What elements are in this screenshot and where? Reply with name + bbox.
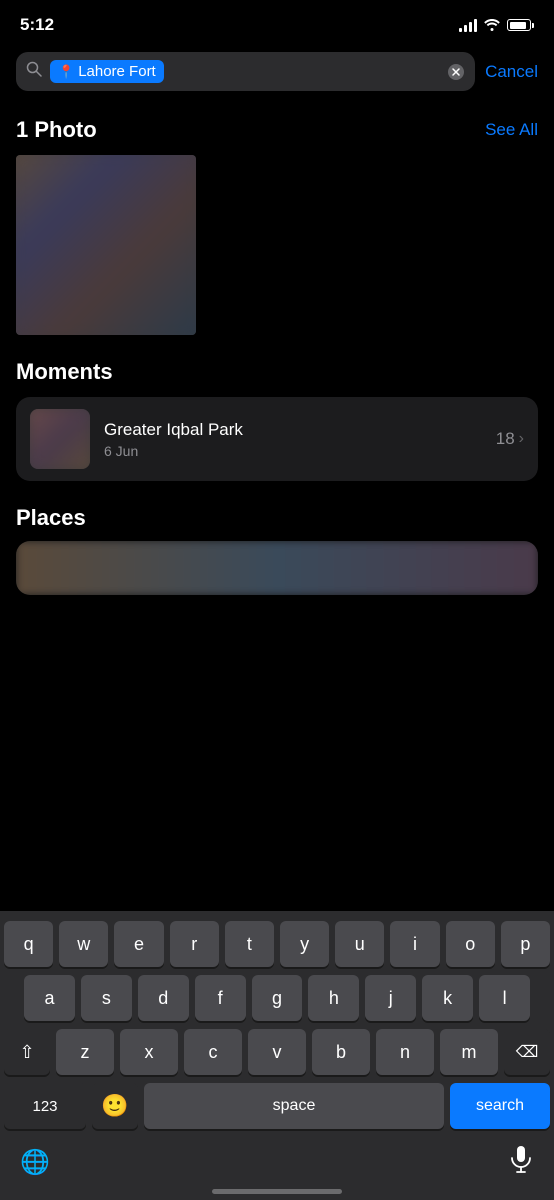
chevron-right-icon: ›: [519, 430, 524, 448]
search-tag: 📍 Lahore Fort: [50, 60, 164, 83]
clear-search-button[interactable]: [447, 63, 465, 81]
keyboard: q w e r t y u i o p a s d f g h j k l ⇧ …: [0, 911, 554, 1200]
key-o[interactable]: o: [446, 921, 495, 967]
key-w[interactable]: w: [59, 921, 108, 967]
key-f[interactable]: f: [195, 975, 246, 1021]
photos-title: 1 Photo: [16, 117, 97, 143]
key-h[interactable]: h: [308, 975, 359, 1021]
moments-title: Moments: [16, 359, 538, 385]
status-icons: [459, 17, 534, 34]
search-bar: 📍 Lahore Fort Cancel: [0, 44, 554, 99]
see-all-button[interactable]: See All: [485, 120, 538, 140]
moment-count: 18: [496, 429, 515, 449]
moment-card[interactable]: Greater Iqbal Park 6 Jun 18 ›: [16, 397, 538, 481]
wifi-icon: [483, 17, 501, 34]
keyboard-row-2: a s d f g h j k l: [0, 975, 554, 1021]
search-key[interactable]: search: [450, 1083, 550, 1129]
key-y[interactable]: y: [280, 921, 329, 967]
microphone-icon[interactable]: [508, 1145, 534, 1180]
key-t[interactable]: t: [225, 921, 274, 967]
photo-image: [16, 155, 196, 335]
key-e[interactable]: e: [114, 921, 163, 967]
keyboard-row-3: ⇧ z x c v b n m ⌫: [0, 1029, 554, 1075]
globe-icon[interactable]: 🌐: [20, 1148, 50, 1177]
key-123[interactable]: 123: [4, 1083, 86, 1129]
moment-image: [30, 409, 90, 469]
key-j[interactable]: j: [365, 975, 416, 1021]
emoji-key[interactable]: 🙂: [92, 1083, 138, 1129]
key-i[interactable]: i: [390, 921, 439, 967]
key-c[interactable]: c: [184, 1029, 242, 1075]
key-d[interactable]: d: [138, 975, 189, 1021]
key-m[interactable]: m: [440, 1029, 498, 1075]
key-u[interactable]: u: [335, 921, 384, 967]
moment-date: 6 Jun: [104, 443, 482, 459]
key-l[interactable]: l: [479, 975, 530, 1021]
moment-count-wrap: 18 ›: [496, 429, 524, 449]
places-section: Places: [0, 489, 554, 599]
moments-section: Moments Greater Iqbal Park 6 Jun 18 ›: [0, 343, 554, 489]
key-k[interactable]: k: [422, 975, 473, 1021]
photos-header: 1 Photo See All: [16, 117, 538, 143]
photo-thumbnail[interactable]: [16, 155, 196, 335]
key-v[interactable]: v: [248, 1029, 306, 1075]
status-time: 5:12: [20, 15, 54, 35]
home-indicator: [212, 1189, 342, 1194]
delete-key[interactable]: ⌫: [504, 1029, 550, 1075]
status-bar: 5:12: [0, 0, 554, 44]
battery-icon: [507, 19, 534, 31]
search-icon: [26, 61, 42, 82]
keyboard-row-1: q w e r t y u i o p: [0, 921, 554, 967]
moment-name: Greater Iqbal Park: [104, 420, 482, 440]
search-tag-label: Lahore Fort: [78, 63, 156, 80]
cancel-button[interactable]: Cancel: [485, 62, 538, 82]
photos-grid: [16, 155, 538, 335]
photos-section: 1 Photo See All: [0, 99, 554, 343]
key-r[interactable]: r: [170, 921, 219, 967]
key-z[interactable]: z: [56, 1029, 114, 1075]
signal-bars-icon: [459, 18, 477, 32]
moment-info: Greater Iqbal Park 6 Jun: [104, 420, 482, 459]
key-s[interactable]: s: [81, 975, 132, 1021]
key-x[interactable]: x: [120, 1029, 178, 1075]
places-title: Places: [16, 505, 538, 531]
places-card-image: [16, 541, 538, 595]
key-p[interactable]: p: [501, 921, 550, 967]
search-input-wrap[interactable]: 📍 Lahore Fort: [16, 52, 475, 91]
moment-thumbnail: [30, 409, 90, 469]
key-a[interactable]: a: [24, 975, 75, 1021]
space-key[interactable]: space: [144, 1083, 444, 1129]
places-card[interactable]: [16, 541, 538, 595]
key-q[interactable]: q: [4, 921, 53, 967]
key-g[interactable]: g: [252, 975, 303, 1021]
location-pin-icon: 📍: [58, 64, 74, 80]
key-b[interactable]: b: [312, 1029, 370, 1075]
shift-key[interactable]: ⇧: [4, 1029, 50, 1075]
key-n[interactable]: n: [376, 1029, 434, 1075]
keyboard-bottom-row: 123 🙂 space search: [0, 1083, 554, 1129]
